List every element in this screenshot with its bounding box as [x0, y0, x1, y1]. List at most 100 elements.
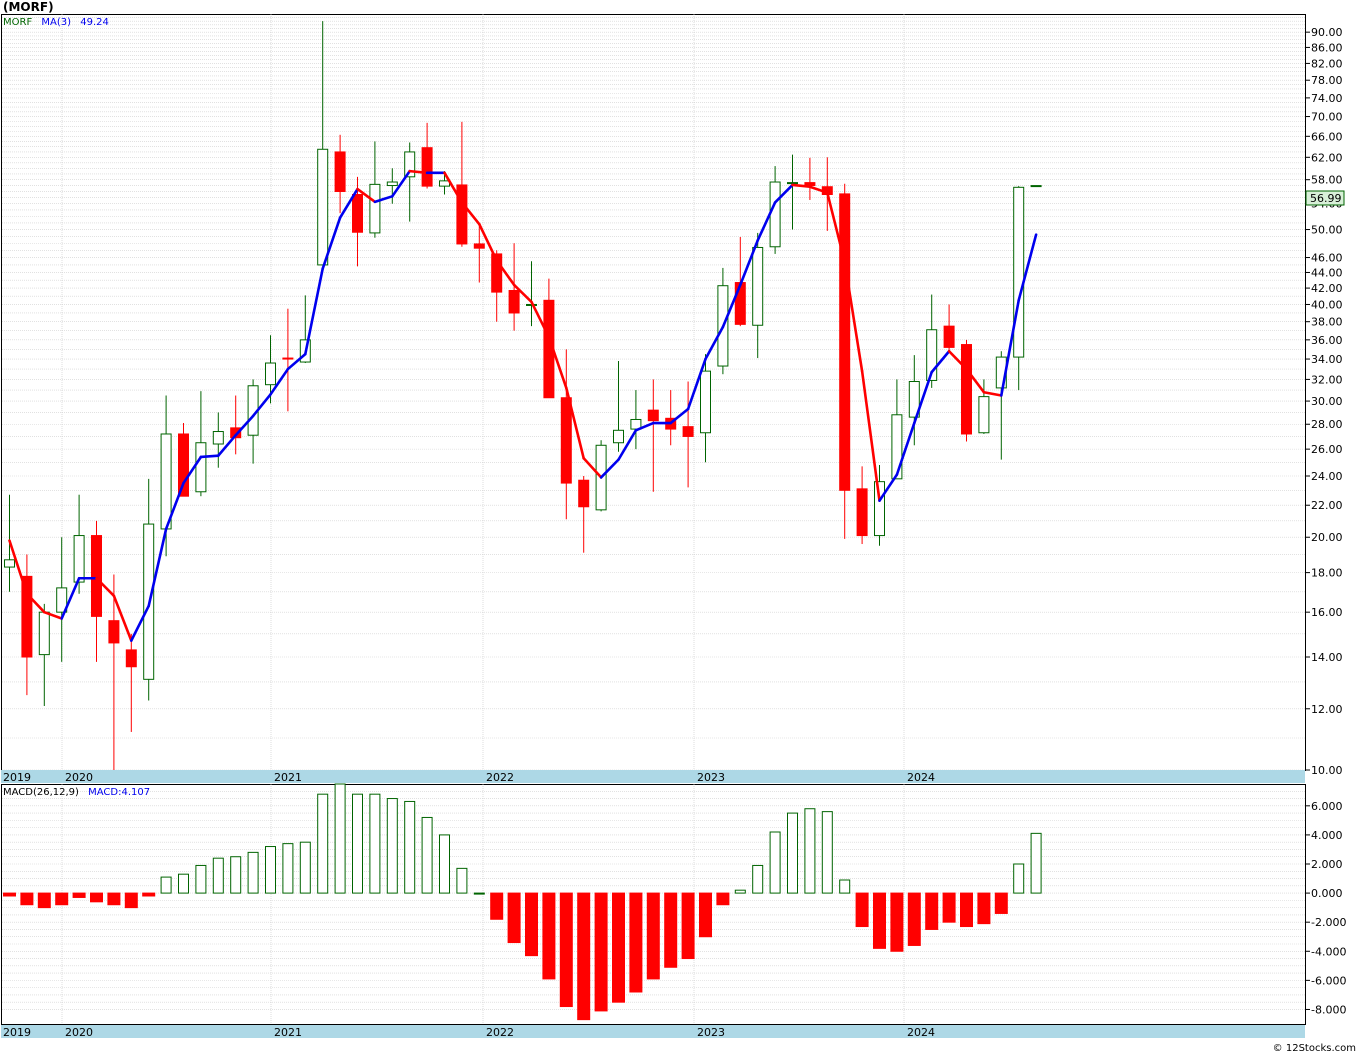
- candle-body: [769, 181, 781, 248]
- candle-body: [38, 611, 50, 656]
- price-tick-label: 58.00: [1311, 174, 1343, 187]
- year-label: 2022: [486, 1026, 514, 1039]
- macd-tick-label: 4.000: [1311, 829, 1343, 842]
- candle-body: [334, 151, 346, 192]
- candle-body: [978, 396, 990, 434]
- candle-body: [317, 148, 329, 266]
- macd-bar: [265, 846, 276, 894]
- macd-bar: [681, 892, 695, 960]
- candle-body: [439, 180, 450, 187]
- candle-body: [560, 397, 572, 484]
- macd-bar: [473, 892, 485, 895]
- macd-bar: [716, 892, 730, 906]
- price-tick-label: 50.00: [1311, 224, 1343, 237]
- macd-tick-label: -6.000: [1311, 974, 1346, 987]
- macd-bar: [386, 798, 398, 894]
- candle-body: [212, 431, 224, 445]
- price-tick-label: 86.00: [1311, 41, 1343, 54]
- price-tick-label: 70.00: [1311, 111, 1343, 124]
- macd-bar: [1030, 832, 1042, 894]
- macd-bar: [594, 892, 608, 1012]
- price-tick-label: 26.00: [1311, 443, 1343, 456]
- macd-bar: [142, 892, 156, 897]
- price-tick-label: 90.00: [1311, 26, 1343, 39]
- macd-bar: [72, 892, 86, 898]
- price-tick-label: 32.00: [1311, 373, 1343, 386]
- candle-body: [734, 282, 746, 325]
- candle-body: [1030, 185, 1042, 188]
- price-tick-label: 36.00: [1311, 334, 1343, 347]
- price-tick-label: 38.00: [1311, 316, 1343, 329]
- price-tick-label: 14.00: [1311, 651, 1343, 664]
- price-tick-label: 30.00: [1311, 395, 1343, 408]
- macd-bar: [942, 892, 956, 923]
- year-label: 2021: [274, 771, 302, 784]
- macd-bar: [559, 892, 573, 1008]
- legend-ma-label: MA(3): [41, 17, 71, 28]
- year-label: 2020: [65, 1026, 93, 1039]
- year-label: 2023: [697, 771, 725, 784]
- candle-body: [352, 193, 363, 233]
- price-tick-label: 82.00: [1311, 57, 1343, 70]
- candle-body: [1013, 186, 1025, 358]
- macd-legend-label: MACD(26,12,9): [3, 787, 79, 798]
- macd-bar: [960, 892, 973, 928]
- macd-bar: [994, 892, 1008, 914]
- year-label: 2024: [907, 1026, 935, 1039]
- macd-bar: [699, 892, 712, 938]
- macd-bar: [282, 843, 294, 894]
- candle-body: [874, 481, 885, 537]
- candle-body: [700, 370, 711, 434]
- candle-body: [856, 488, 868, 537]
- price-tick-label: 78.00: [1311, 74, 1343, 87]
- candle-body: [473, 243, 485, 249]
- candle-body: [282, 357, 294, 360]
- candle-body: [265, 362, 276, 386]
- macd-bar: [421, 816, 433, 894]
- macd-bar: [369, 793, 381, 894]
- macd-bar: [612, 892, 625, 1003]
- macd-bar: [195, 864, 207, 894]
- macd-tick-label: 0.000: [1311, 887, 1343, 900]
- price-legend: MORF MA(3) 49.24: [3, 17, 109, 28]
- year-label: 2020: [65, 771, 93, 784]
- candle-body: [91, 535, 102, 617]
- chart-background: [0, 0, 1360, 1056]
- price-tick-label: 66.00: [1311, 130, 1343, 143]
- year-band-price: [1, 770, 1305, 783]
- price-tick-label: 12.00: [1311, 703, 1343, 716]
- candle-body: [108, 620, 120, 644]
- macd-bar: [977, 892, 991, 925]
- macd-bar: [1013, 863, 1025, 894]
- price-tick-label: 28.00: [1311, 418, 1343, 431]
- macd-bar: [787, 812, 798, 894]
- macd-bar: [230, 856, 242, 894]
- price-tick-label: 24.00: [1311, 470, 1343, 483]
- price-tick-label: 16.00: [1311, 606, 1343, 619]
- candle-body: [578, 479, 590, 508]
- macd-bar: [821, 811, 833, 894]
- price-tick-label: 40.00: [1311, 298, 1343, 311]
- year-label: 2024: [907, 771, 935, 784]
- macd-bar: [299, 841, 311, 894]
- candle-body: [891, 414, 903, 480]
- macd-legend-value: MACD:4.107: [88, 787, 150, 798]
- macd-bar: [20, 892, 34, 906]
- macd-bar: [925, 892, 939, 930]
- candle-body: [839, 193, 851, 491]
- ma-segment: [199, 454, 220, 459]
- ma-segment: [791, 183, 812, 189]
- macd-bar: [769, 831, 781, 894]
- macd-tick-label: 2.000: [1311, 858, 1343, 871]
- macd-bar: [734, 889, 746, 894]
- macd-bar: [890, 892, 904, 952]
- macd-bar: [664, 892, 678, 968]
- stock-chart: (MORF) 10.00 12.00 14.00 16.00 18.00 20.00 22.…: [0, 0, 1360, 1056]
- candle-body: [961, 344, 972, 435]
- candle-body: [787, 182, 798, 185]
- candle-body: [456, 184, 468, 245]
- chart-title: (MORF): [3, 0, 54, 14]
- macd-bar: [873, 892, 886, 949]
- macd-bar: [525, 892, 538, 957]
- macd-bar: [752, 864, 764, 894]
